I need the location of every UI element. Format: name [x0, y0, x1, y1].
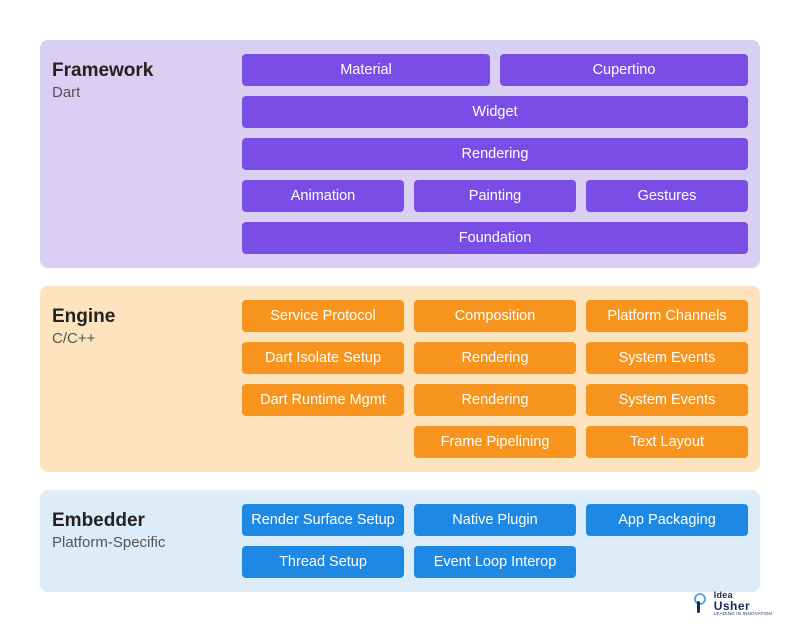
box-animation: Animation — [242, 180, 404, 212]
layer-content-framework: Material Cupertino Widget Rendering Anim… — [242, 54, 748, 254]
box-text-layout: Text Layout — [586, 426, 748, 458]
layer-subtitle: C/C++ — [52, 330, 242, 347]
box-painting: Painting — [414, 180, 576, 212]
box-app-packaging: App Packaging — [586, 504, 748, 536]
layer-subtitle: Dart — [52, 84, 242, 101]
box-dart-runtime-mgmt: Dart Runtime Mgmt — [242, 384, 404, 416]
box-event-loop-interop: Event Loop Interop — [414, 546, 576, 578]
box-thread-setup: Thread Setup — [242, 546, 404, 578]
box-system-events: System Events — [586, 342, 748, 374]
box-platform-channels: Platform Channels — [586, 300, 748, 332]
layer-title: Framework — [52, 60, 242, 82]
layer-embedder: Embedder Platform-Specific Render Surfac… — [40, 490, 760, 592]
layer-framework: Framework Dart Material Cupertino Widget… — [40, 40, 760, 268]
box-widget: Widget — [242, 96, 748, 128]
watermark-text: Idea Usher LEADING IN INNOVATION — [714, 591, 772, 617]
layer-subtitle: Platform-Specific — [52, 534, 242, 551]
layer-label-engine: Engine C/C++ — [52, 300, 242, 347]
layer-title: Embedder — [52, 510, 242, 532]
box-gestures: Gestures — [586, 180, 748, 212]
box-service-protocol: Service Protocol — [242, 300, 404, 332]
watermark-tagline: LEADING IN INNOVATION — [714, 612, 772, 617]
box-render-surface-setup: Render Surface Setup — [242, 504, 404, 536]
watermark-logo: Idea Usher LEADING IN INNOVATION — [692, 591, 772, 617]
layer-label-embedder: Embedder Platform-Specific — [52, 504, 242, 551]
layer-title: Engine — [52, 306, 242, 328]
box-rendering-3: Rendering — [414, 384, 576, 416]
box-native-plugin: Native Plugin — [414, 504, 576, 536]
layer-label-framework: Framework Dart — [52, 54, 242, 101]
box-material: Material — [242, 54, 490, 86]
box-system-events-2: System Events — [586, 384, 748, 416]
box-cupertino: Cupertino — [500, 54, 748, 86]
layer-content-engine: Service Protocol Composition Platform Ch… — [242, 300, 748, 458]
box-foundation: Foundation — [242, 222, 748, 254]
empty-cell — [586, 546, 748, 578]
box-composition: Composition — [414, 300, 576, 332]
box-rendering-2: Rendering — [414, 342, 576, 374]
idea-usher-icon — [692, 591, 710, 615]
layer-engine: Engine C/C++ Service Protocol Compositio… — [40, 286, 760, 472]
box-frame-pipelining: Frame Pipelining — [414, 426, 576, 458]
watermark-line2: Usher — [714, 600, 772, 612]
box-rendering: Rendering — [242, 138, 748, 170]
box-dart-isolate-setup: Dart Isolate Setup — [242, 342, 404, 374]
layer-content-embedder: Render Surface Setup Native Plugin App P… — [242, 504, 748, 578]
empty-cell — [242, 426, 404, 458]
